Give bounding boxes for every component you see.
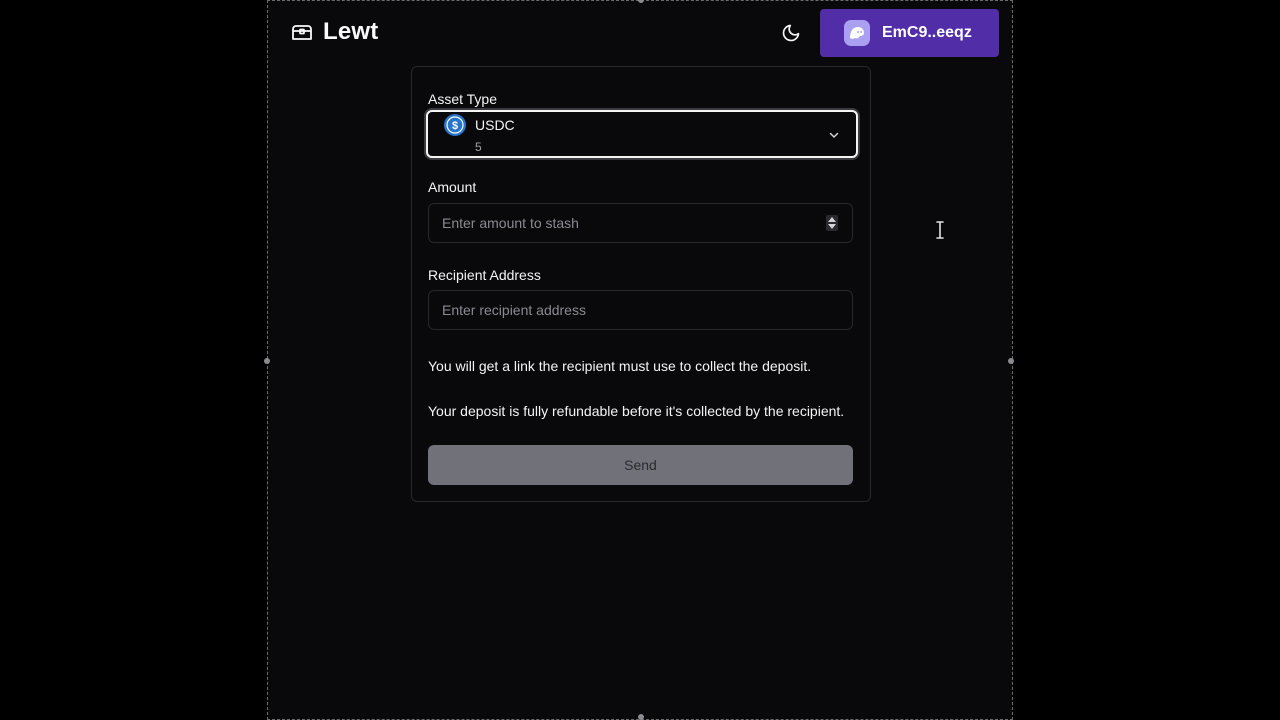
- treasure-chest-icon: [292, 25, 312, 40]
- amount-label: Amount: [428, 179, 477, 195]
- resize-handle-bottom[interactable]: [638, 714, 644, 720]
- resize-handle-left[interactable]: [264, 358, 270, 364]
- phantom-ghost-icon: [844, 20, 870, 46]
- header: Lewt EmC9..eeqz: [268, 1, 1012, 65]
- brand[interactable]: Lewt: [290, 18, 378, 46]
- moon-icon: [782, 24, 800, 42]
- collect-link-note: You will get a link the recipient must u…: [428, 358, 812, 374]
- app-name: Lewt: [323, 18, 379, 45]
- selected-asset-balance: 5: [475, 140, 482, 154]
- stepper-down-icon[interactable]: [828, 224, 836, 229]
- wallet-button[interactable]: EmC9..eeqz: [820, 9, 999, 57]
- stash-form-card: Asset Type $ USDC 5 Amount Recipient Add…: [411, 66, 871, 502]
- chevron-down-icon: [829, 132, 839, 139]
- refund-note: Your deposit is fully refundable before …: [428, 403, 845, 419]
- send-button[interactable]: Send: [428, 445, 853, 485]
- theme-toggle-button[interactable]: [778, 20, 804, 46]
- usdc-icon: $: [444, 114, 466, 136]
- selected-asset-name: USDC: [475, 117, 515, 133]
- asset-type-label: Asset Type: [428, 91, 498, 107]
- resize-handle-right[interactable]: [1008, 358, 1014, 364]
- recipient-address-label: Recipient Address: [428, 267, 541, 283]
- stepper-up-icon[interactable]: [828, 217, 836, 222]
- app-frame: Lewt EmC9..eeqz Asset Type $ USDC 5 Amou…: [264, 0, 1014, 720]
- amount-input[interactable]: [428, 203, 853, 243]
- wallet-address: EmC9..eeqz: [882, 24, 972, 41]
- svg-text:$: $: [452, 120, 458, 132]
- recipient-address-input[interactable]: [428, 290, 853, 330]
- text-cursor-icon: [936, 221, 944, 239]
- amount-stepper[interactable]: [826, 215, 838, 231]
- asset-type-select[interactable]: $ USDC 5: [426, 110, 858, 158]
